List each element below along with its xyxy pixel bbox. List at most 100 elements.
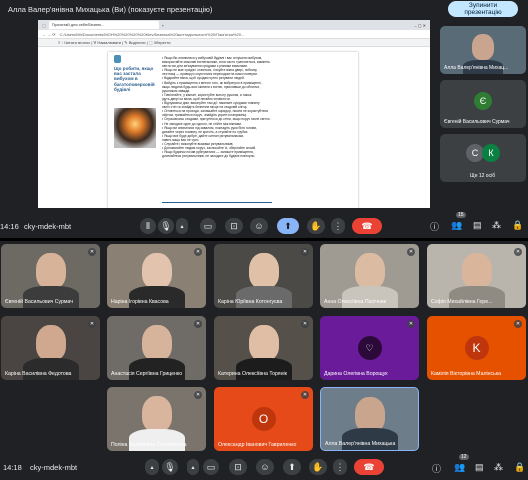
- side-tile-self[interactable]: Алла Валер'янівна Михац...: [440, 26, 526, 74]
- others-count: Ще 12 осіб: [470, 173, 496, 179]
- participant-video: [141, 252, 172, 289]
- raise-hand-icon[interactable]: ✋: [309, 459, 327, 475]
- camera-icon[interactable]: ▭: [200, 218, 216, 234]
- participant-video: [141, 395, 172, 432]
- pdf-toolbar[interactable]: ≡ ◦ Читати вголос | ∀ Намалювати | ✎ Вид…: [38, 39, 430, 47]
- audio-level-icon[interactable]: ⦀: [140, 218, 156, 234]
- top-toolbar: 14:16 cky-mdek-mbt ⦀ 🎙 ▴ ▭ ⊡ ☺ ⬆ ✋ ⋮ ☎ ⓘ…: [0, 212, 528, 239]
- nav-arrows-icon[interactable]: ← → ⟳: [42, 32, 56, 37]
- mic-off-icon: ✕: [301, 248, 309, 256]
- participant-tile[interactable]: О ✕ Олександр Іванович Гавриленко: [214, 387, 313, 451]
- mic-off-icon: ✕: [514, 320, 522, 328]
- participant-name: Каріна Василівна Федотова: [5, 371, 72, 377]
- participant-tile[interactable]: ✕ Каріна Василівна Федотова: [1, 316, 100, 380]
- people-icon[interactable]: 👥: [454, 462, 465, 473]
- participant-tile[interactable]: ✕ Євгеній Васильович Сурмач: [1, 244, 100, 308]
- presenting-banner: Алла Валер'янівна Михацька (Ви) (показує…: [0, 0, 528, 18]
- participant-tile[interactable]: ✕ Софія Михайлівна Гере...: [427, 244, 526, 308]
- stop-presenting-button[interactable]: Зупинити презентацію: [448, 1, 518, 17]
- chevron-up-icon[interactable]: ▴: [187, 459, 199, 475]
- participant-name: Каріна Юріївна Котонгуєва: [218, 299, 283, 305]
- host-controls-icon[interactable]: 🔒: [514, 462, 525, 473]
- participant-name: Катерина Олексіївна Торянік: [218, 371, 287, 377]
- meeting-code: cky-mdek-mbt: [30, 462, 78, 472]
- browser-tab[interactable]: Прочитай для себе/Безпек...: [48, 21, 159, 29]
- participant-name: Євгеній Васильович Сурмач: [5, 299, 73, 305]
- mic-off-icon: ✕: [407, 248, 415, 256]
- mic-off-icon: ✕: [194, 320, 202, 328]
- present-icon[interactable]: ⬆: [283, 459, 301, 475]
- hangup-icon[interactable]: ☎: [354, 459, 384, 475]
- document-title: Що робити, якщо вас застала вибухом в ба…: [114, 66, 155, 92]
- participant-name: Поліна Валеріївна Сохомлянна: [111, 442, 187, 448]
- participant-tile[interactable]: ✕ Катерина Олексіївна Торянік: [214, 316, 313, 380]
- participant-name: Євгеній Васильович Сурмач: [444, 119, 510, 125]
- others-avatar-2: К: [482, 144, 500, 162]
- explosion-image: [114, 108, 156, 148]
- shared-screen: ▢ Прочитай для себе/Безпек... + – ▢ ✕ ← …: [38, 20, 430, 208]
- raise-hand-icon[interactable]: ✋: [307, 218, 325, 234]
- host-controls-icon[interactable]: 🔒: [512, 220, 523, 231]
- participant-tile[interactable]: ✕ Анна Олексіївна Пасічник: [320, 244, 419, 308]
- more-icon[interactable]: ⋮: [333, 459, 347, 475]
- participant-tile-self[interactable]: Алла Валер'янівна Михацька: [320, 387, 419, 451]
- mic-off-icon: ✕: [88, 248, 96, 256]
- captions-icon[interactable]: ⊡: [225, 218, 243, 234]
- present-icon[interactable]: ⬆: [277, 218, 299, 234]
- window-icon: ▢: [42, 22, 46, 28]
- hangup-icon[interactable]: ☎: [352, 218, 382, 234]
- people-icon[interactable]: 👥: [451, 220, 462, 231]
- avatar-image: ♡: [357, 336, 382, 360]
- chat-icon[interactable]: ▤: [473, 220, 482, 231]
- mic-off-icon: ✕: [407, 320, 415, 328]
- window-controls-icon[interactable]: – ▢ ✕: [414, 23, 426, 28]
- emoji-icon[interactable]: ☺: [250, 218, 268, 234]
- participant-avatar: Є: [474, 92, 492, 110]
- participant-tile[interactable]: ✕ Наріна Ігорівна Квасова: [107, 244, 206, 308]
- meeting-time: 14:18: [3, 462, 22, 472]
- new-tab-icon[interactable]: +: [162, 23, 164, 28]
- mic-icon[interactable]: 🎙: [158, 218, 174, 234]
- mic-off-icon: ✕: [301, 320, 309, 328]
- participant-tile[interactable]: ✕ Каріна Юріївна Котонгуєва: [214, 244, 313, 308]
- mic-off-icon: ✕: [194, 391, 202, 399]
- activities-icon[interactable]: ⁂: [492, 220, 501, 231]
- camera-icon[interactable]: ▭: [203, 459, 219, 475]
- side-tile-2[interactable]: Є Євгеній Васильович Сурмач: [440, 80, 526, 128]
- participant-name: Анна Олексіївна Пасічник: [324, 299, 386, 305]
- bottom-toolbar: 14:18 cky-mdek-mbt ▴ 🎙 ▴ ▭ ⊡ ☺ ⬆ ✋ ⋮ ☎ ⓘ…: [0, 454, 528, 480]
- participant-name: Алла Валер'янівна Михац...: [444, 65, 509, 71]
- mic-off-icon: ✕: [88, 320, 96, 328]
- side-tile-others[interactable]: С К Ще 12 осіб: [440, 134, 526, 182]
- participant-video: [472, 34, 494, 60]
- participant-tile[interactable]: ♡ ✕ Дарина Олегівна Ворощук: [320, 316, 419, 380]
- document-body: • Якщо Ви опинилися у вибуховій будівлі …: [162, 56, 352, 158]
- mic-off-icon: ✕: [194, 248, 202, 256]
- mic-off-icon[interactable]: 🎙: [162, 459, 178, 475]
- chat-icon[interactable]: ▤: [475, 462, 484, 473]
- info-icon[interactable]: ⓘ: [432, 462, 441, 475]
- emoji-icon[interactable]: ☺: [256, 459, 274, 475]
- captions-icon[interactable]: ⊡: [229, 459, 247, 475]
- chevron-up-icon[interactable]: ▴: [176, 218, 188, 234]
- document-line: дочекайтеся рятувальників, не заходьте д…: [162, 154, 256, 159]
- participant-name: Анастасія Сергіївна Гриценко: [111, 371, 183, 377]
- participant-video: [35, 324, 66, 361]
- meeting-code: cky-mdek-mbt: [24, 221, 72, 231]
- screen-divider: [0, 238, 528, 241]
- participant-video: [248, 324, 279, 361]
- participant-tile[interactable]: ✕ Поліна Валеріївна Сохомлянна: [107, 387, 206, 451]
- participants-badge: 12: [459, 454, 469, 460]
- participant-avatar: О: [251, 407, 276, 431]
- more-icon[interactable]: ⋮: [331, 218, 345, 234]
- info-icon[interactable]: ⓘ: [430, 220, 439, 233]
- top-meeting-view: Алла Валер'янівна Михацька (Ви) (показує…: [0, 0, 528, 238]
- participant-tile[interactable]: ✕ Анастасія Сергіївна Гриценко: [107, 316, 206, 380]
- url-text: C:/Users/Mh/Documents/МОН%20%20%20%20Kie…: [59, 31, 245, 37]
- address-bar[interactable]: ← → ⟳ C:/Users/Mh/Documents/МОН%20%20%20…: [38, 30, 430, 39]
- participant-name: Камілія Вікторівна Малінська: [431, 371, 502, 377]
- chevron-up-icon[interactable]: ▴: [145, 459, 159, 475]
- participant-tile[interactable]: K ✕ Камілія Вікторівна Малінська: [427, 316, 526, 380]
- activities-icon[interactable]: ⁂: [494, 462, 503, 473]
- participant-video: [248, 252, 279, 289]
